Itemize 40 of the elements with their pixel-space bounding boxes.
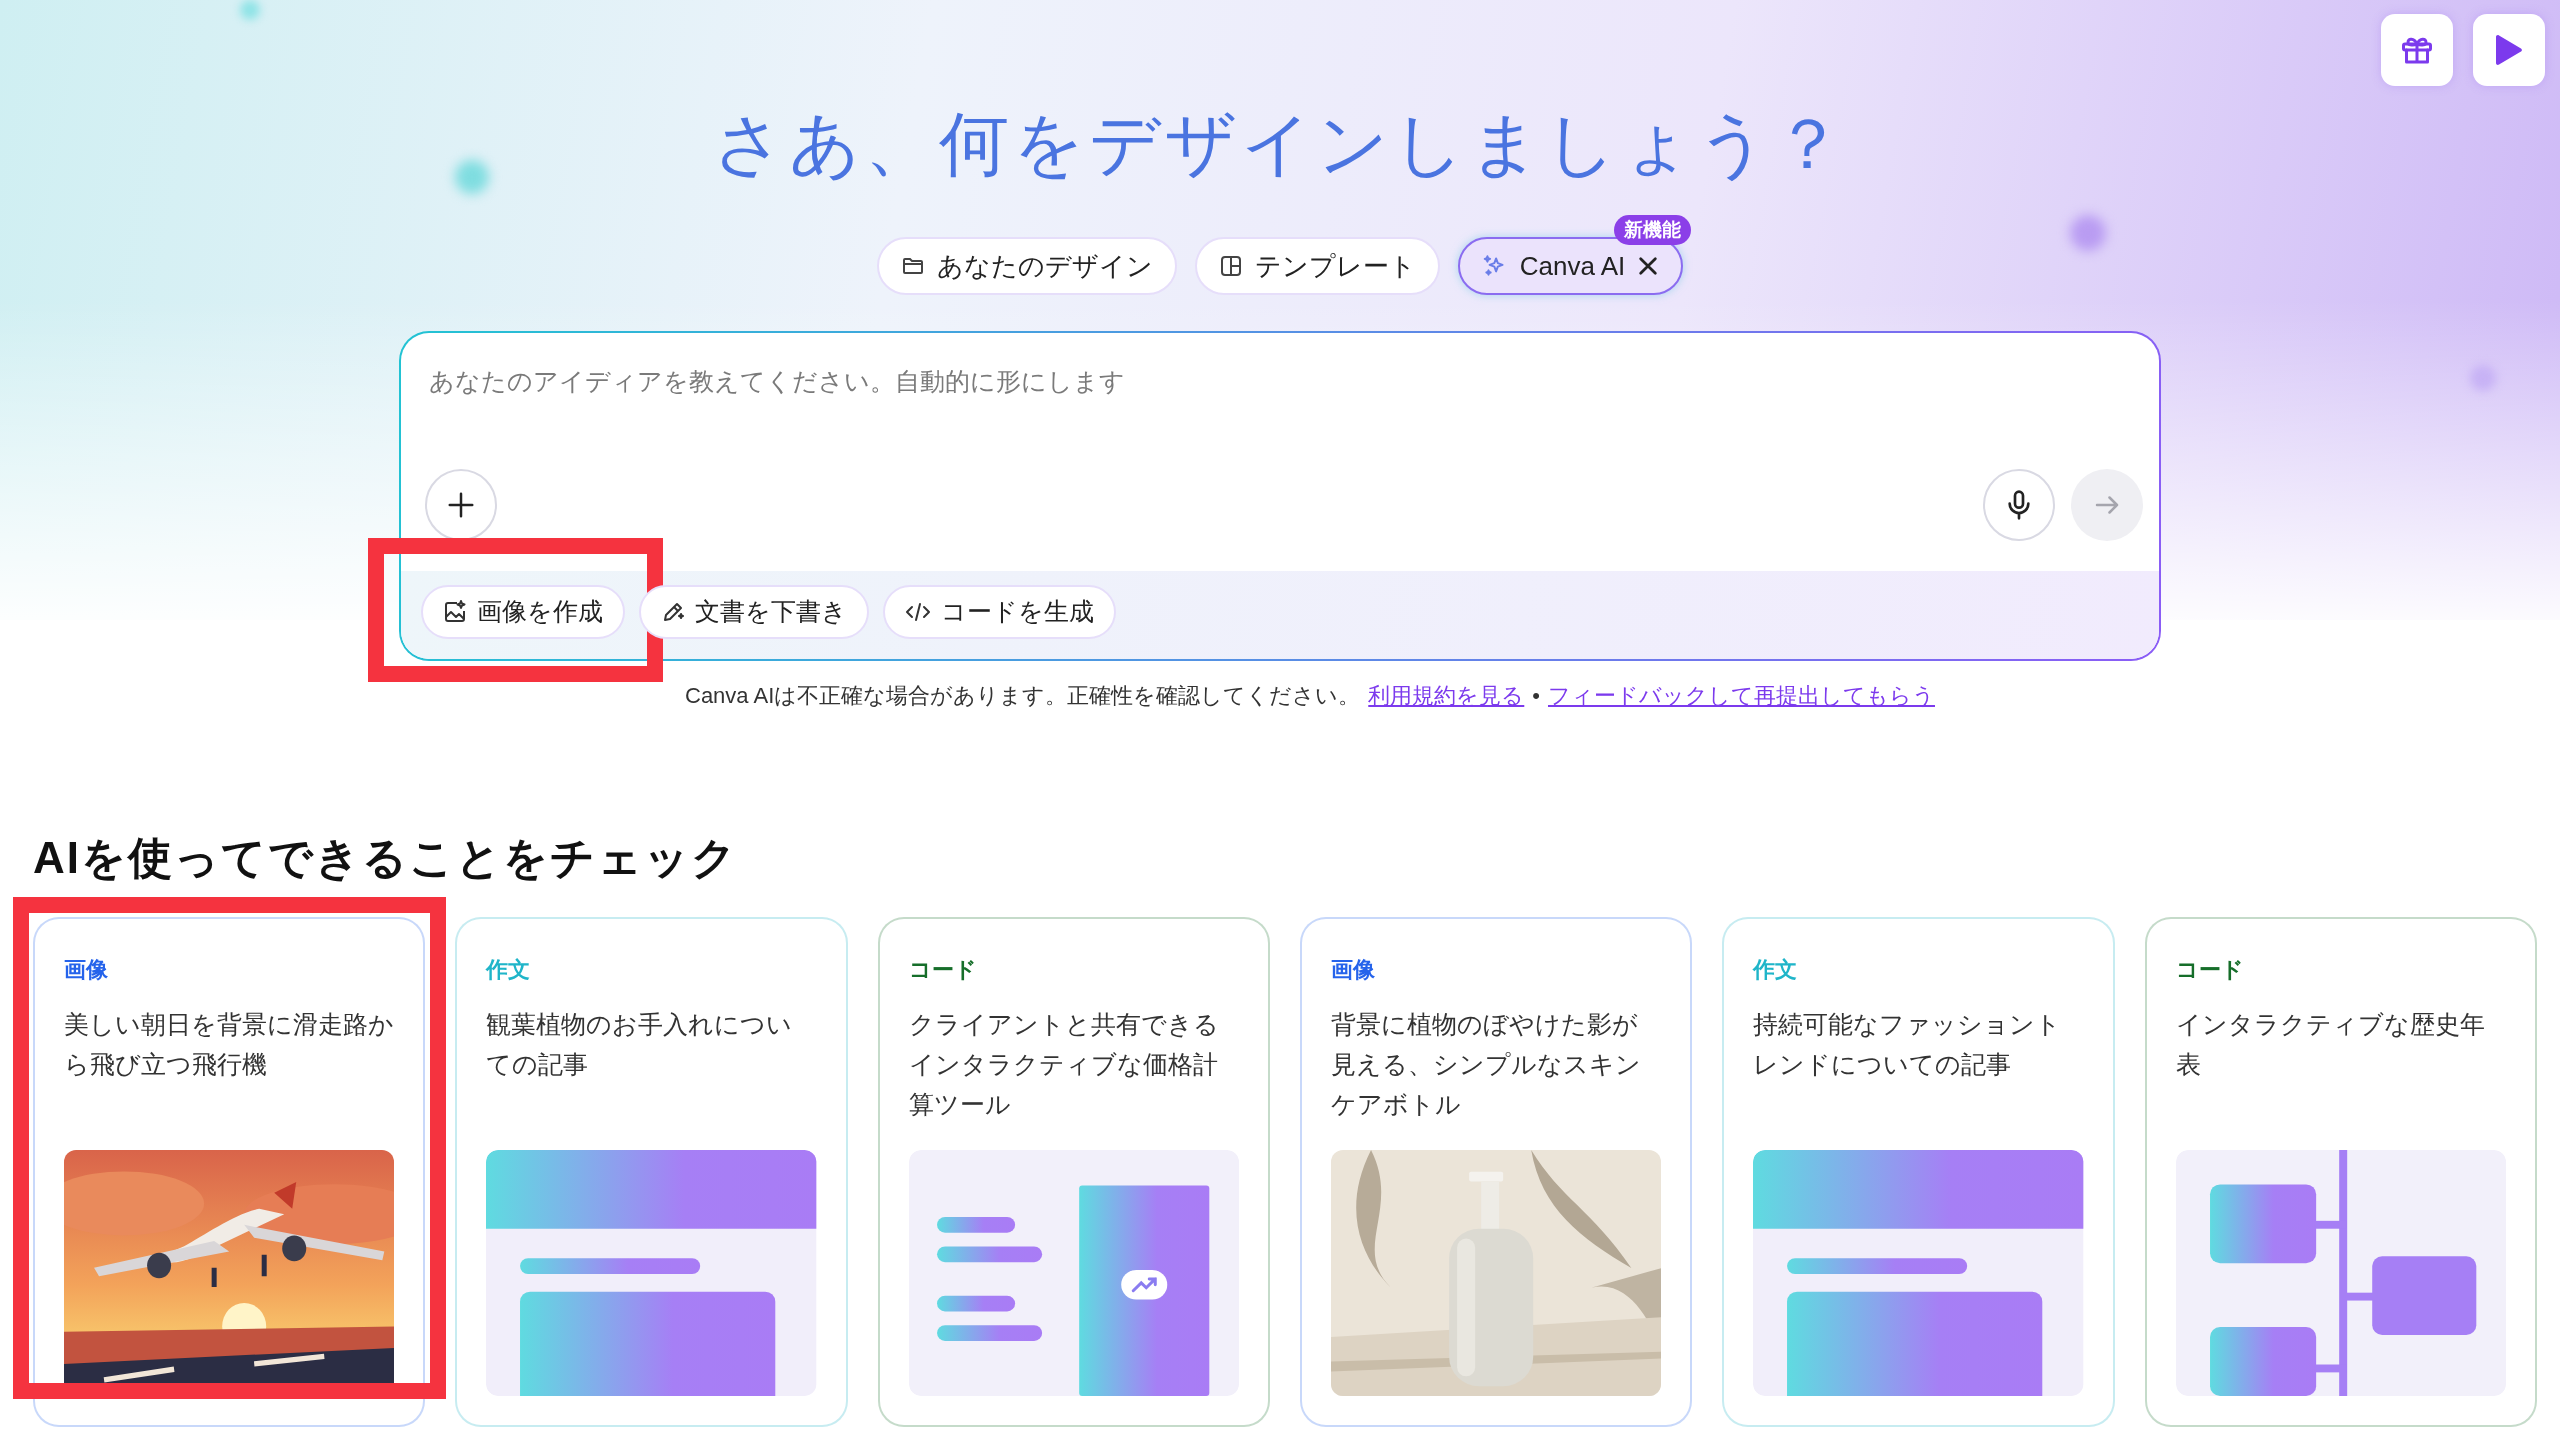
tab[interactable]: あなたのデザイン: [876, 237, 1177, 295]
tab[interactable]: テンプレート: [1194, 237, 1440, 295]
suggestion-chip[interactable]: 文書を下書き: [639, 585, 869, 639]
play-button[interactable]: [2473, 14, 2545, 86]
plus-icon: [446, 490, 476, 520]
separator: •: [1532, 682, 1540, 710]
card-description: クライアントと共有できるインタラクティブな価格計算ツール: [908, 1009, 1220, 1120]
close-icon[interactable]: [1637, 255, 1660, 277]
category-label: 作文: [1753, 956, 1799, 984]
gift-button[interactable]: [2381, 14, 2453, 86]
link[interactable]: フィードバックして再提出してもらう: [1548, 679, 1935, 712]
card-description: 持続可能なファッショントレンドについての記事: [1753, 1009, 2063, 1080]
card-description: 美しい朝日を背景に滑走路から飛び立つ飛行機: [64, 1009, 395, 1080]
code-icon: [905, 600, 931, 624]
layout-icon: [1218, 254, 1243, 278]
suggestion-chip[interactable]: コードを生成: [883, 585, 1116, 639]
category-label: 画像: [1331, 956, 1376, 984]
link[interactable]: 利用規約を見る: [1368, 679, 1525, 712]
suggestion-card[interactable]: コード クライアントと共有できるインタラクティブな価格計算ツール: [877, 917, 1270, 1427]
suggestion-card[interactable]: 作文 持続可能なファッショントレンドについての記事: [1722, 917, 2115, 1427]
pen-icon: [661, 600, 685, 624]
category-label: コード: [908, 956, 978, 984]
section-heading: AIを使ってできることをチェック: [33, 832, 739, 884]
card-description: 背景に植物のぼやけた影が見える、シンプルなスキンケアボトル: [1331, 1009, 1642, 1120]
suggestion-card[interactable]: 画像 背景に植物のぼやけた影が見える、シンプルなスキンケアボトル: [1300, 917, 1693, 1427]
page-heading: さあ、何をデザインしましょう？: [713, 104, 1847, 185]
new-badge: 新機能: [1614, 215, 1692, 245]
category-label: 画像: [64, 956, 109, 984]
suggestion-chip[interactable]: 画像を作成: [421, 585, 625, 639]
suggestion-card[interactable]: コード インタラクティブな歴史年表: [2144, 917, 2537, 1427]
play-icon: [2494, 34, 2524, 66]
card-description: インタラクティブな歴史年表: [2175, 1009, 2486, 1080]
category-label: 作文: [486, 956, 532, 984]
prompt-field[interactable]: あなたのアイディアを教えてください。自動的に形にします: [429, 363, 2029, 401]
card-description: 観葉植物のお手入れについての記事: [486, 1009, 794, 1080]
category-label: コード: [2175, 956, 2245, 984]
image-sparkle-icon: [443, 600, 467, 624]
suggestion-card[interactable]: 作文 観葉植物のお手入れについての記事: [455, 917, 848, 1427]
suggestion-card[interactable]: 画像 美しい朝日を背景に滑走路から飛び立つ飛行機: [33, 917, 426, 1427]
disclaimer-text: Canva AIは不正確な場合があります。正確性を確認してください。: [685, 682, 1361, 710]
